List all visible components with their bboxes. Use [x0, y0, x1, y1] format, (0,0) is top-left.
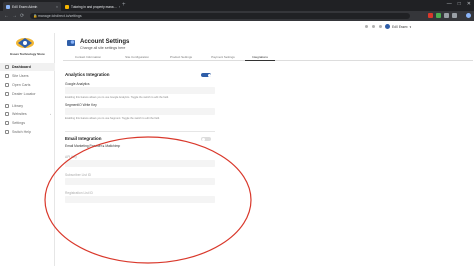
reload-icon[interactable]: ⟳: [20, 13, 24, 19]
chevron-right-icon: ›: [50, 112, 51, 116]
registration-list-field[interactable]: [65, 196, 215, 203]
tab-contact-information[interactable]: Contact Information: [63, 55, 113, 61]
sidebar-item-site-users[interactable]: Site Users: [0, 72, 55, 80]
email-provider-value[interactable]: Mailchimp: [105, 144, 120, 148]
tab-product-settings[interactable]: Product Settings: [161, 55, 201, 61]
favicon-icon: [6, 4, 10, 9]
library-icon: [5, 104, 9, 108]
api-key-label: API Key: [65, 155, 77, 159]
section-divider: [65, 131, 215, 132]
lock-icon: 🔒: [33, 14, 38, 18]
logo-text: Essex Technology Store: [10, 52, 45, 56]
sidebar-item-dealer-locator[interactable]: Dealer Locator: [0, 90, 55, 98]
help-icon[interactable]: [372, 25, 375, 28]
main-content: Account Settings Change all site setting…: [55, 33, 474, 266]
tab-integrations[interactable]: Integrations: [245, 55, 275, 61]
address-bar[interactable]: 🔒 manage.tchdirect.io/settings: [30, 13, 410, 19]
subscriber-list-field[interactable]: [65, 178, 215, 185]
help-circle-icon: [5, 130, 9, 134]
browser-tab-active[interactable]: EdX Essex Admin ×: [3, 2, 61, 11]
browser-tab-strip: EdX Essex Admin × Tutoring in and proper…: [0, 0, 474, 11]
extension-icon[interactable]: [436, 13, 441, 18]
email-section-title: Email Integration: [65, 136, 102, 141]
browser-tab[interactable]: Tutoring in and property mana… ×: [62, 2, 120, 11]
users-icon: [5, 74, 9, 78]
sidebar-item-library[interactable]: Library: [0, 102, 55, 110]
user-menu[interactable]: EdX Essex ▾: [385, 24, 411, 29]
chevron-down-icon: ▾: [409, 24, 412, 29]
settings-header-icon: [67, 40, 75, 46]
extension-icon[interactable]: [444, 13, 449, 18]
maximize-icon[interactable]: □: [458, 1, 461, 7]
extension-icon[interactable]: [452, 13, 457, 18]
email-toggle[interactable]: [201, 137, 211, 141]
app-topbar: EdX Essex ▾: [0, 21, 474, 33]
minimize-icon[interactable]: —: [447, 1, 452, 7]
location-icon: [5, 92, 9, 96]
segment-key-field[interactable]: [65, 108, 215, 115]
avatar: [385, 24, 390, 29]
page-subtitle: Change all site settings here: [80, 46, 126, 50]
email-provider-row: Email Marketing Provider ▸ Mailchimp: [65, 144, 121, 148]
window-controls: — □ ✕: [447, 1, 471, 7]
globe-icon: [5, 112, 9, 116]
profile-avatar[interactable]: [466, 13, 471, 18]
api-key-field[interactable]: [65, 160, 215, 167]
tab-site-configuration[interactable]: Site Configuration: [115, 55, 159, 61]
dashboard-icon: [5, 65, 9, 69]
sidebar-item-open-carts[interactable]: Open Carts: [0, 81, 55, 89]
sidebar: Essex Technology Store Dashboard Site Us…: [0, 33, 55, 266]
close-tab-icon[interactable]: ×: [56, 5, 58, 9]
sidebar-item-dashboard[interactable]: Dashboard: [0, 63, 55, 71]
page-title: Account Settings: [80, 39, 130, 45]
analytics-section-title: Analytics Integration: [65, 72, 110, 77]
google-analytics-help: Enabling this feature allows you to use …: [65, 96, 169, 99]
apps-icon[interactable]: [379, 25, 382, 28]
back-icon[interactable]: ←: [4, 13, 9, 19]
browser-toolbar: ← → ⟳ 🔒 manage.tchdirect.io/settings: [0, 11, 474, 21]
gear-icon: [5, 121, 9, 125]
google-analytics-field[interactable]: [65, 87, 215, 94]
segment-key-help: Enabling this feature allows you to use …: [65, 117, 160, 120]
extension-icon[interactable]: [428, 13, 433, 18]
close-window-icon[interactable]: ✕: [467, 1, 471, 7]
new-tab-button[interactable]: +: [122, 2, 126, 9]
subscriber-list-label: Subscriber List ID: [65, 173, 92, 177]
segment-key-label: SegmentIO Write Key: [65, 103, 97, 107]
close-tab-icon[interactable]: ×: [119, 5, 120, 9]
notification-icon[interactable]: [365, 25, 368, 28]
company-logo: [16, 38, 34, 48]
app: EdX Essex ▾ Essex Technology Store Dashb…: [0, 21, 474, 266]
favicon-icon: [65, 4, 69, 9]
cart-icon: [5, 83, 9, 87]
registration-list-label: Registration List ID: [65, 191, 93, 195]
settings-tabs: Contact Information Site Configuration P…: [63, 55, 473, 61]
sidebar-item-switch-help[interactable]: Switch Help: [0, 128, 55, 136]
sidebar-item-websites[interactable]: Websites ›: [0, 110, 55, 118]
forward-icon[interactable]: →: [12, 13, 17, 19]
analytics-toggle[interactable]: [201, 73, 211, 77]
tab-payment-settings[interactable]: Payment Settings: [203, 55, 243, 61]
sidebar-item-settings[interactable]: Settings: [0, 119, 55, 127]
google-analytics-label: Google Analytics: [65, 82, 90, 86]
